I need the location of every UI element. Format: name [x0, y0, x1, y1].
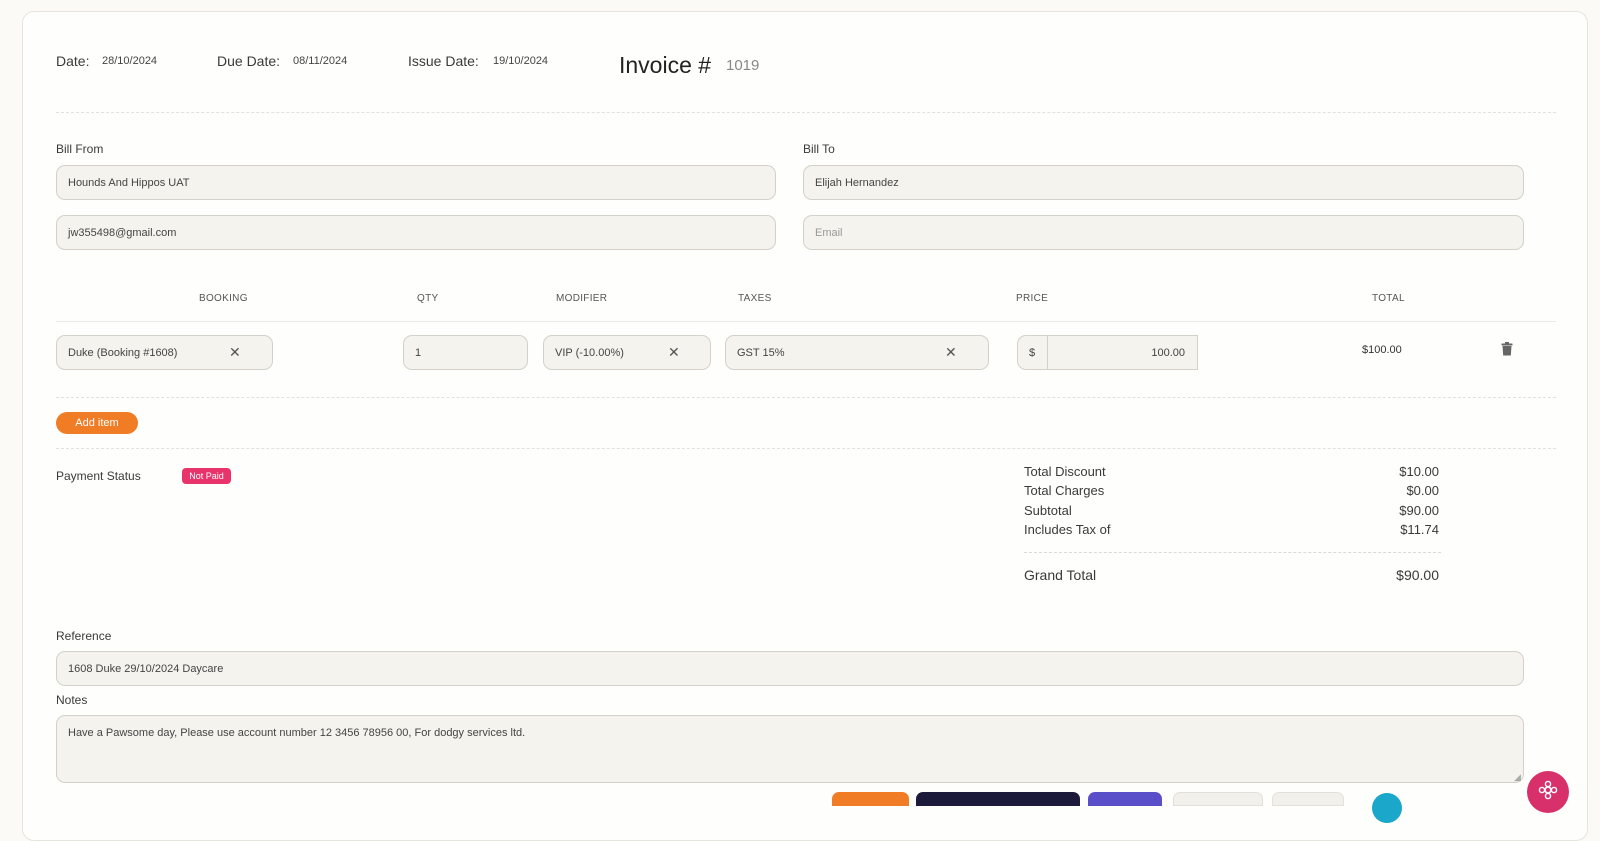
tax-value: $11.74 [1400, 522, 1439, 537]
total-charges-label: Total Charges [1024, 483, 1105, 498]
bill-from-label: Bill From [56, 142, 104, 156]
payment-status-label: Payment Status [56, 469, 141, 483]
bottom-outline-button[interactable] [1173, 792, 1263, 806]
col-total: TOTAL [1372, 293, 1405, 304]
total-charges-value: $0.00 [1406, 483, 1439, 498]
bill-from-name-field[interactable]: Hounds And Hippos UAT [56, 165, 776, 200]
help-fab-button[interactable] [1527, 771, 1569, 813]
add-item-button[interactable]: Add item [56, 412, 138, 434]
table-header-divider [56, 321, 1556, 322]
qty-input[interactable]: 1 [403, 335, 528, 370]
bottom-outline-button-2[interactable] [1272, 792, 1344, 806]
summary-divider [1024, 552, 1441, 553]
flower-icon [1538, 780, 1558, 805]
bill-to-name-field[interactable]: Elijah Hernandez [803, 165, 1524, 200]
clear-taxes-icon[interactable]: ✕ [945, 345, 957, 359]
col-price: PRICE [1016, 293, 1049, 304]
col-taxes: TAXES [738, 293, 772, 304]
subtotal-label: Subtotal [1024, 503, 1072, 518]
tax-label: Includes Tax of [1024, 522, 1111, 537]
bottom-secondary-button[interactable] [1088, 792, 1162, 806]
price-input[interactable]: 100.00 [1047, 335, 1198, 370]
clear-modifier-icon[interactable]: ✕ [668, 345, 680, 359]
bill-to-email-field[interactable]: Email [803, 215, 1524, 250]
row-total: $100.00 [1362, 344, 1402, 356]
issue-date-label: Issue Date: [408, 53, 479, 69]
items-divider [56, 448, 1556, 449]
bottom-action-button[interactable] [832, 792, 909, 806]
header-divider [56, 112, 1556, 113]
grand-total-label: Grand Total [1024, 567, 1097, 583]
due-date-value[interactable]: 08/11/2024 [293, 55, 347, 67]
col-modifier: MODIFIER [556, 293, 608, 304]
bottom-primary-button[interactable] [916, 792, 1080, 806]
payment-status-badge[interactable]: Not Paid [182, 468, 231, 484]
reference-label: Reference [56, 629, 112, 643]
bill-to-label: Bill To [803, 142, 835, 156]
invoice-number: 1019 [726, 57, 760, 74]
date-value[interactable]: 28/10/2024 [102, 55, 157, 67]
resize-handle-icon[interactable]: ◢ [1514, 772, 1521, 783]
notes-label: Notes [56, 693, 88, 707]
bill-from-email-field[interactable]: jw355498@gmail.com [56, 215, 776, 250]
col-qty: QTY [417, 293, 439, 304]
col-booking: BOOKING [199, 293, 248, 304]
date-label: Date: [56, 53, 90, 69]
trash-icon[interactable] [1501, 342, 1513, 361]
reference-input[interactable]: 1608 Duke 29/10/2024 Daycare [56, 651, 1524, 686]
avatar[interactable] [1372, 793, 1402, 823]
modifier-select[interactable]: VIP (-10.00%) [543, 335, 711, 370]
subtotal-value: $90.00 [1399, 503, 1439, 518]
modifier-value: VIP (-10.00%) [555, 346, 624, 359]
invoice-title: Invoice # [619, 52, 712, 78]
taxes-value: GST 15% [737, 346, 785, 359]
booking-value: Duke (Booking #1608) [68, 346, 178, 359]
notes-textarea[interactable]: Have a Pawsome day, Please use account n… [56, 715, 1524, 783]
currency-prefix: $ [1017, 335, 1048, 370]
total-discount-label: Total Discount [1024, 464, 1106, 479]
due-date-label: Due Date: [217, 53, 281, 69]
clear-booking-icon[interactable]: ✕ [229, 345, 241, 359]
grand-total-value: $90.00 [1396, 567, 1439, 583]
issue-date-value[interactable]: 19/10/2024 [493, 55, 548, 67]
row-divider [56, 397, 1556, 398]
total-discount-value: $10.00 [1399, 464, 1439, 479]
invoice-card: Date: 28/10/2024 Due Date: 08/11/2024 Is… [22, 11, 1588, 841]
